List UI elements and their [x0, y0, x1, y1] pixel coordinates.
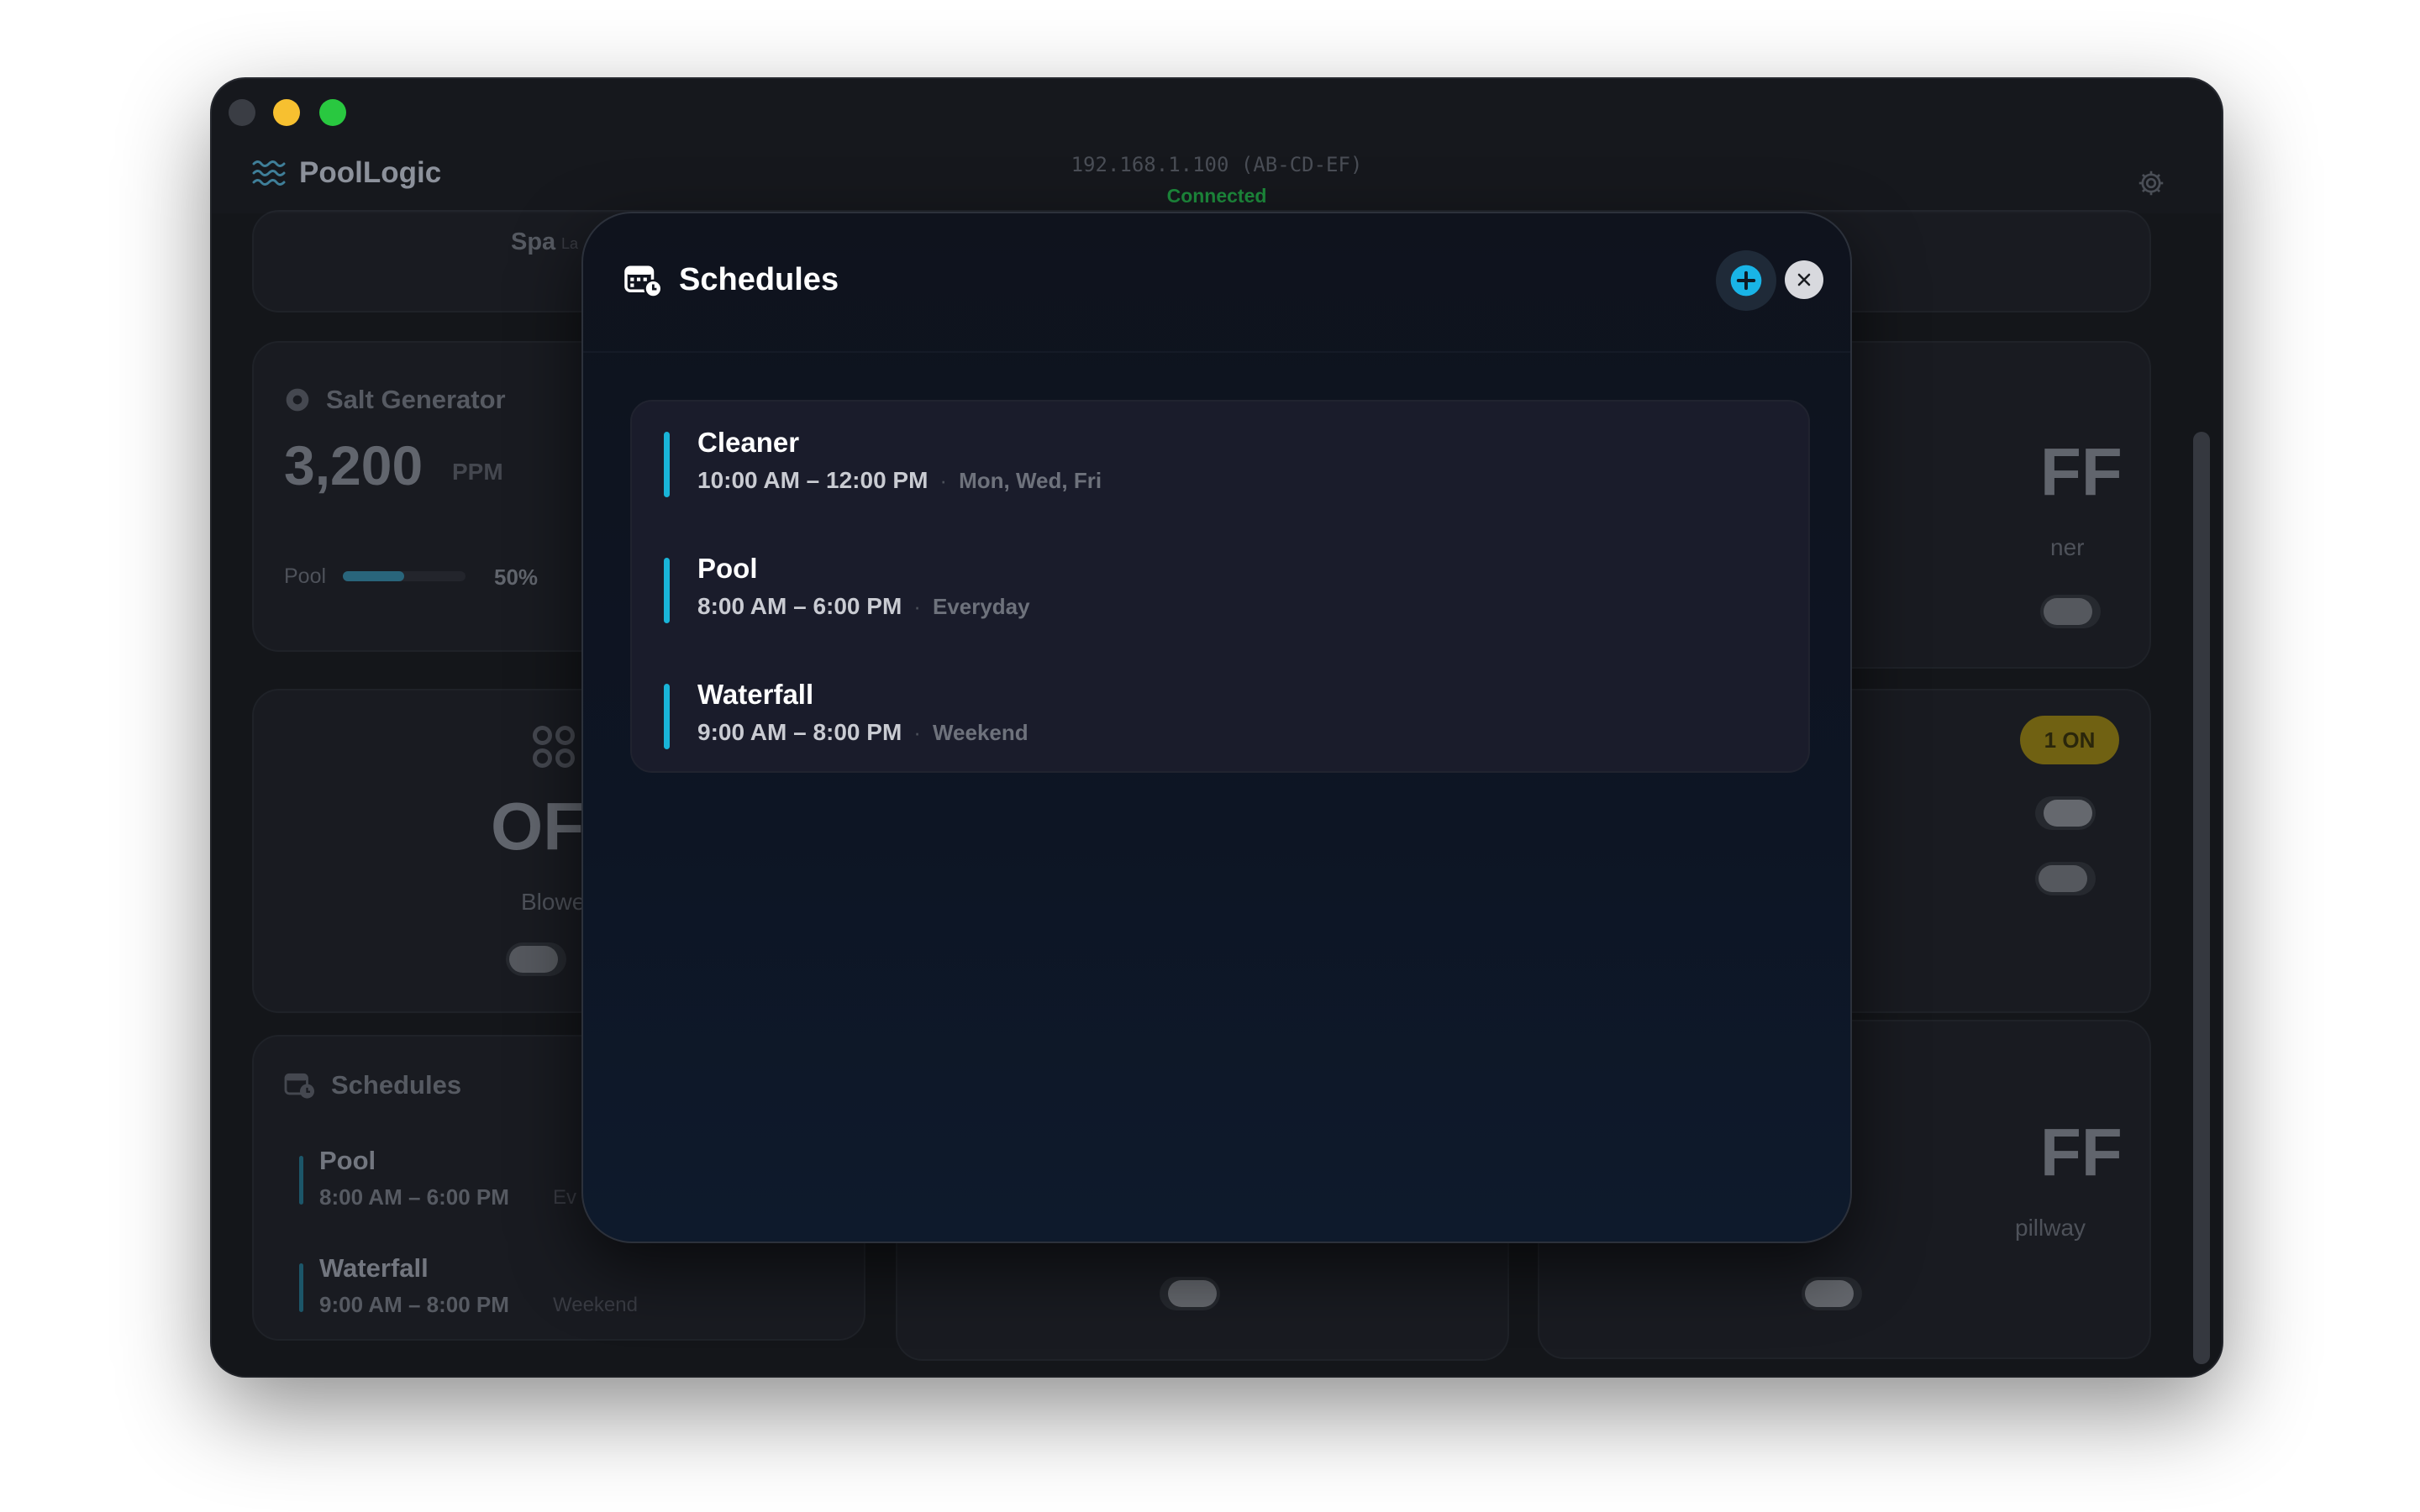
schedule-time: 8:00 AM – 6:00 PM [697, 593, 902, 619]
connection-status: Connected [1166, 185, 1267, 207]
schedule-details: 9:00 AM – 8:00 PM · Weekend [697, 719, 1028, 746]
window-maximize-button[interactable] [319, 99, 346, 126]
schedule-days: Mon, Wed, Fri [959, 467, 1102, 493]
window-minimize-button[interactable] [273, 99, 300, 126]
plus-circle-icon [1730, 265, 1762, 297]
schedule-separator: · [939, 467, 948, 493]
close-modal-button[interactable] [1785, 260, 1823, 299]
schedule-details: 8:00 AM – 6:00 PM · Everyday [697, 593, 1030, 620]
schedule-accent-bar [664, 432, 670, 497]
schedule-name: Waterfall [697, 679, 814, 710]
schedule-time: 10:00 AM – 12:00 PM [697, 467, 929, 493]
schedule-accent-bar [664, 558, 670, 623]
schedule-time: 9:00 AM – 8:00 PM [697, 719, 902, 745]
schedule-separator: · [913, 593, 921, 619]
window-close-button[interactable] [229, 99, 255, 126]
schedule-list: Cleaner 10:00 AM – 12:00 PM · Mon, Wed, … [630, 400, 1810, 773]
app-title: PoolLogic [299, 156, 442, 189]
connection-info: 192.168.1.100 (AB-CD-EF) Connected [968, 153, 1465, 207]
gear-icon[interactable] [2136, 168, 2166, 198]
modal-divider [583, 351, 1850, 353]
schedule-days: Everyday [932, 593, 1030, 619]
close-icon [1797, 273, 1811, 286]
schedule-days: Weekend [932, 719, 1028, 745]
schedules-modal: Schedules Cleaner 10:00 AM – 12:00 PM · … [581, 212, 1852, 1243]
app-window: PoolLogic 192.168.1.100 (AB-CD-EF) Conne… [212, 79, 2222, 1376]
schedule-details: 10:00 AM – 12:00 PM · Mon, Wed, Fri [697, 467, 1102, 494]
modal-header: Schedules [623, 262, 839, 298]
add-schedule-button[interactable] [1716, 250, 1776, 311]
modal-title: Schedules [679, 262, 839, 297]
schedule-accent-bar [664, 684, 670, 749]
waves-icon [252, 160, 286, 186]
calendar-clock-icon [624, 265, 663, 298]
connection-address: 192.168.1.100 (AB-CD-EF) [1071, 153, 1363, 176]
schedule-separator: · [913, 719, 921, 745]
schedule-name: Pool [697, 553, 758, 584]
schedule-name: Cleaner [697, 427, 800, 458]
app-brand: PoolLogic [252, 156, 441, 190]
